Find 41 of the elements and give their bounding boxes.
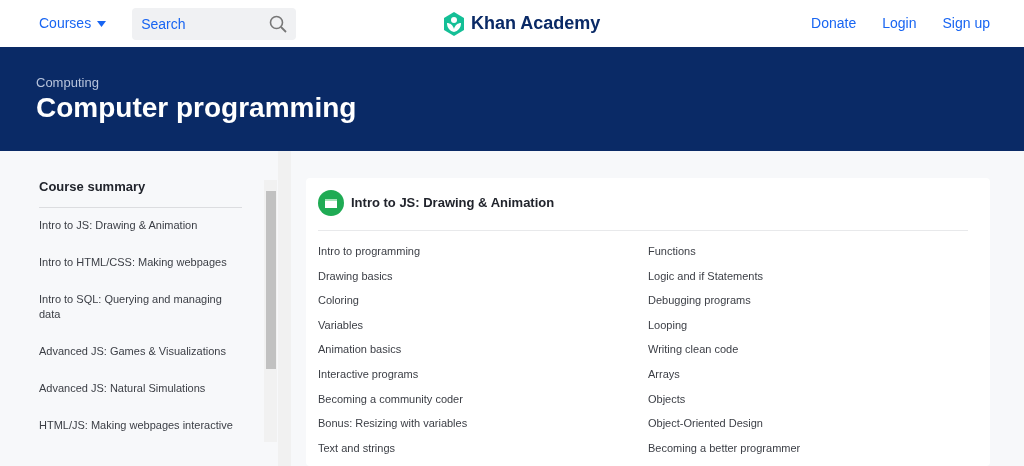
course-icon [318, 190, 344, 216]
logo-icon [443, 11, 465, 36]
unit-link[interactable]: Coloring [318, 292, 359, 309]
unit-link[interactable]: Animation basics [318, 341, 402, 358]
unit-link[interactable]: Interactive programs [318, 366, 419, 383]
unit-link[interactable]: Looping [648, 316, 688, 334]
scrollbar-thumb[interactable] [265, 191, 276, 369]
subject-label: Computing [36, 75, 100, 91]
sidebar-heading: Course summary [39, 177, 242, 208]
search-field[interactable]: Search [132, 7, 297, 40]
unit-link[interactable]: Debugging programs [648, 292, 751, 309]
unit-link[interactable]: Writing clean code [648, 341, 739, 358]
unit-link[interactable]: Intro to programming [318, 243, 421, 260]
search-icon [269, 14, 288, 33]
unit-link[interactable]: Becoming a community coder [318, 390, 463, 408]
unit-link[interactable]: Variables [318, 316, 364, 334]
nav-link[interactable]: Donate [811, 13, 857, 34]
unit-link[interactable]: Bonus: Resizing with variables [318, 415, 468, 432]
scrollbar[interactable] [264, 180, 277, 442]
unit-link[interactable]: Drawing basics [318, 267, 393, 285]
logo-text: Khan Academy [471, 12, 601, 35]
unit-link[interactable]: Objects [648, 390, 686, 408]
sidebar-link[interactable]: Intro to JS: Drawing & Animation [39, 217, 242, 233]
unit-link[interactable]: Logic and if Statements [648, 267, 763, 285]
course-title: Intro to JS: Drawing & Animation [351, 194, 555, 213]
page-scrollbar[interactable] [278, 151, 291, 466]
sidebar-link[interactable]: Intro to SQL: Querying and managing data [39, 291, 242, 322]
unit-link[interactable]: Object-Oriented Design [648, 415, 763, 432]
caret-icon [97, 20, 107, 27]
unit-link[interactable]: Text and strings [318, 439, 396, 457]
unit-link[interactable]: Functions [648, 243, 696, 260]
page-title: Computer programming [36, 91, 358, 125]
sidebar-link[interactable]: HTML/JS: Making webpages interactive [39, 417, 242, 433]
unit-link[interactable]: Becoming a better programmer [648, 439, 801, 457]
nav-link[interactable]: Sign up [942, 13, 990, 34]
courses-menu-button[interactable]: Courses [39, 13, 107, 34]
unit-link[interactable]: Arrays [648, 366, 680, 383]
nav-link[interactable]: Login [882, 13, 917, 34]
sidebar-link[interactable]: Advanced JS: Natural Simulations [39, 380, 242, 396]
sidebar-link[interactable]: Advanced JS: Games & Visualizations [39, 343, 242, 359]
sidebar-link[interactable]: Intro to HTML/CSS: Making webpages [39, 254, 242, 270]
